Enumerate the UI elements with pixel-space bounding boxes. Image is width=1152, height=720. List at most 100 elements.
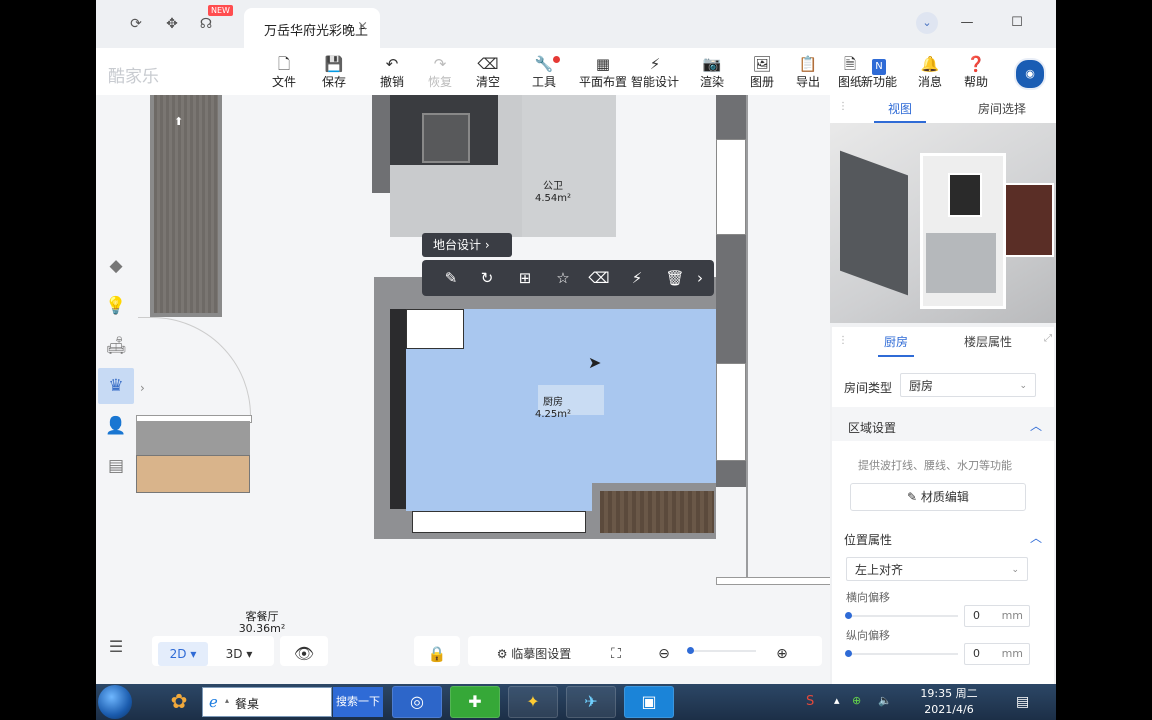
fit-screen-icon[interactable]: ⛶ [604,642,628,666]
file-button[interactable]: 🗋 文件 [260,54,308,92]
chevron-up-icon[interactable]: ︿ [1030,417,1042,434]
visibility-button[interactable]: 👁 [280,636,328,666]
clear-button[interactable]: ⌫ 清空 [464,54,512,92]
rotate-icon[interactable]: ↻ [476,268,498,288]
lock-button[interactable]: 🔒 [414,636,460,666]
model-icon[interactable]: ◆ [98,248,134,284]
start-button[interactable] [98,685,132,719]
property-panel: ⋮ 厨房 楼层属性 ⤢ 房间类型 厨房 ⌄ 区域设置 ︿ 提供波打线、腰线、水刀等… [832,327,1054,684]
tray-plus-icon[interactable]: ⊕ [852,694,861,707]
floor-design-popup[interactable]: 地台设计 › [422,233,512,257]
blueprint-settings-label: 临摹图设置 [511,647,572,661]
room-label-living: 客餐厅 30.36m² [236,611,288,635]
action-center-icon[interactable]: ▤ [1016,694,1029,710]
v-offset-knob[interactable] [845,650,852,657]
favorite-icon[interactable]: ☆ [552,268,574,288]
album-button[interactable]: 🖼 图册 [738,54,786,92]
refresh-icon[interactable]: ⟳ [126,14,146,34]
pencil-icon: ✎ [907,490,921,504]
undo-button[interactable]: ↶ 撤销 [368,54,416,92]
view-3d-button[interactable]: 3D ▾ [214,642,264,666]
tab-floor-props[interactable]: 楼层属性 [940,327,1036,357]
search-button[interactable]: 搜索一下 [333,687,383,717]
h-offset-slider[interactable] [845,612,958,619]
expand-icon[interactable]: ⤢ [1044,333,1052,344]
tab-view[interactable]: 视图 [852,95,948,123]
duplicate-icon[interactable]: ⊞ [514,268,536,288]
preview-floor [926,233,996,293]
material-edit-button[interactable]: ✎ 材质编辑 [850,483,1026,511]
main-toolbar: 酷家乐 🗋 文件 💾 保存 ↶ 撤销 ↷ 恢复 ⌫ 清空 🔧 工具 ▦ 平面布置 [96,48,1056,95]
app-360-icon[interactable]: ✿ [154,686,204,718]
export-button[interactable]: 📋 导出 [784,54,832,92]
kujiale-task-icon[interactable]: ◎ [392,686,442,718]
wall-block [372,95,390,193]
tab-kitchen[interactable]: 厨房 [844,327,948,357]
light-icon[interactable]: 💡 [98,288,134,324]
smart-design-button[interactable]: ⚡ 智能设计 [626,54,684,92]
room-type-label: 房间类型 [844,381,893,395]
v-offset-slider[interactable] [845,650,958,657]
align-select[interactable]: 左上对齐 ⌄ [846,557,1028,581]
person-icon[interactable]: 👤 [98,408,134,444]
3d-preview[interactable] [830,123,1056,323]
plus-app-icon[interactable]: ✚ [450,686,500,718]
redo-button[interactable]: ↷ 恢复 [416,54,464,92]
room-type-select[interactable]: 厨房 ⌄ [900,373,1036,397]
save-button[interactable]: 💾 保存 [310,54,358,92]
render-button[interactable]: 📷 渲染 [688,54,736,92]
zoom-in-icon[interactable]: ⊕ [770,642,794,666]
compass-icon: ⬆ [174,115,184,128]
preview-window [948,173,982,217]
clock[interactable]: 19:35 周二 2021/4/6 [914,686,984,718]
headset-icon[interactable]: ☊ [196,14,216,34]
h-offset-knob[interactable] [845,612,852,619]
browser-tabbar: ⟳ ✥ ☊ NEW 万岳华府光彩晚上 × ⌄ — ☐ [96,0,1056,48]
settings-icon[interactable]: ✥ [162,14,182,34]
delete-icon[interactable]: 🗑 [664,268,686,288]
chevron-right-icon[interactable]: › [692,268,708,288]
minimize-icon[interactable]: — [956,12,978,34]
message-label: 消息 [917,75,942,89]
blueprint-settings-button[interactable]: ⚙ 临摹图设置 [484,642,584,666]
layers-icon[interactable]: ☰ [104,637,128,661]
crown-icon[interactable]: ♛ [98,368,134,404]
drag-handle-icon[interactable]: ⋮ [838,101,848,112]
chevron-up-icon[interactable]: ︿ [1030,529,1042,546]
smart-design-label: 智能设计 [630,75,679,89]
h-offset-input[interactable]: 0 mm [964,605,1030,627]
new-feature-button[interactable]: N 新功能 [858,54,900,92]
edit-icon[interactable]: ✎ [440,268,462,288]
zoom-out-icon[interactable]: ⊖ [652,642,676,666]
kitchen-floor-lower[interactable] [406,483,592,511]
tray-expand-icon[interactable]: ▴ [834,694,840,707]
tab-close-icon[interactable]: × [357,19,368,34]
sogou-icon[interactable]: S [806,694,814,709]
file-icon: 🗋 [277,55,291,73]
layout-button[interactable]: ▦ 平面布置 [574,54,632,92]
smart-icon[interactable]: ⚡ [626,268,648,288]
chevron-down-icon[interactable]: ⌄ [916,12,938,34]
expand-chevron-icon[interactable]: › [140,381,145,395]
maximize-icon[interactable]: ☐ [1006,12,1028,34]
user-avatar[interactable]: ◉ [1014,58,1046,90]
messenger-app-icon[interactable]: ✈ [566,686,616,718]
view-2d-button[interactable]: 2D ▾ [158,642,208,666]
video-app-icon[interactable]: ▣ [624,686,674,718]
help-button[interactable]: ❓ 帮助 [952,54,1000,92]
sofa-icon[interactable]: 🛋 [98,328,134,364]
zoom-slider[interactable] [687,647,756,654]
zoom-knob[interactable] [687,647,694,654]
ie-search-box[interactable]: ℯ ▴ 餐桌 [202,687,332,717]
new-feature-icon: N [858,54,900,75]
message-button[interactable]: 🔔 消息 [906,54,954,92]
files-app-icon[interactable]: ✦ [508,686,558,718]
v-offset-input[interactable]: 0 mm [964,643,1030,665]
erase-icon[interactable]: ⌫ [588,268,610,288]
tab-room-select[interactable]: 房间选择 [954,95,1050,123]
cabinet-icon[interactable]: ▤ [98,448,134,484]
floor-plan-canvas[interactable]: ⬆ ◆ 💡 🛋 ♛ 👤 ▤ › 公卫 4.54m² 厨房 4.25m² ➤ 地台… [96,95,830,684]
volume-icon[interactable]: 🔈 [878,694,892,707]
tools-button[interactable]: 🔧 工具 [520,54,568,92]
browser-tab[interactable]: 万岳华府光彩晚上 × [244,8,380,48]
